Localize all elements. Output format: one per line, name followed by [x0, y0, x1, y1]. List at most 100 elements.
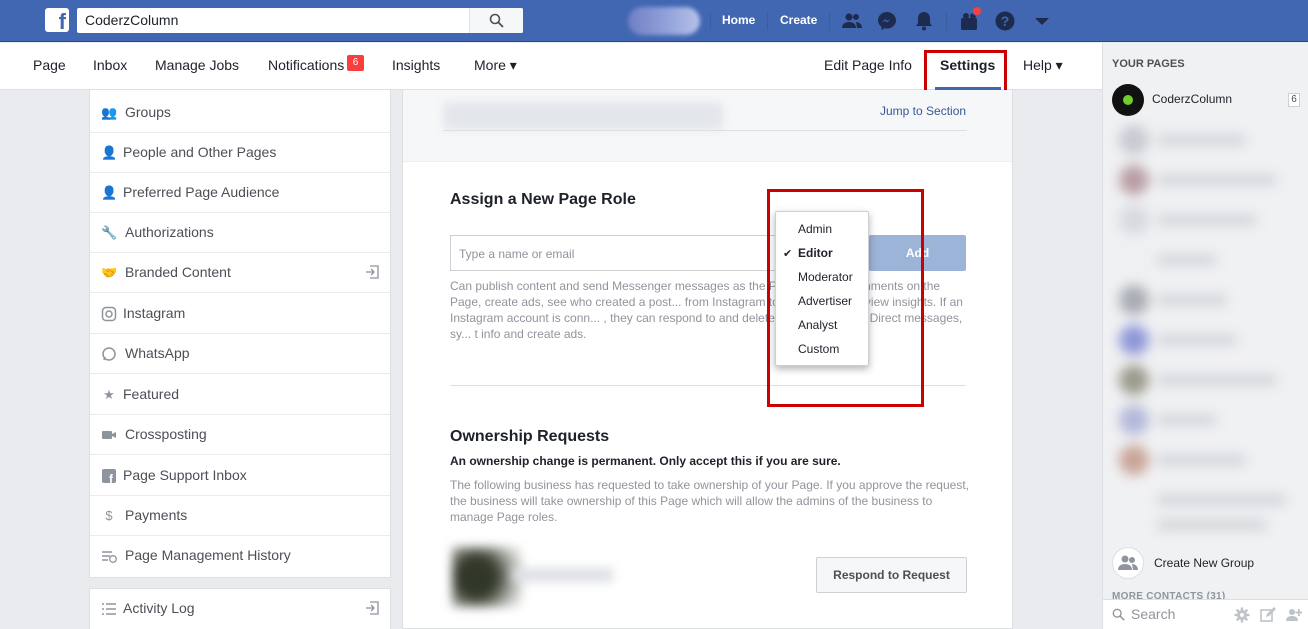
menu-item-label: Authorizations: [125, 224, 214, 240]
tab-help[interactable]: Help ▾: [1023, 57, 1063, 74]
tab-manage-jobs[interactable]: Manage Jobs: [155, 57, 239, 73]
divider: [443, 130, 967, 131]
menu-item-label: Groups: [125, 104, 171, 120]
messenger-icon[interactable]: [876, 10, 898, 32]
menu-item-branded-content[interactable]: 🤝 Branded Content: [90, 253, 390, 293]
page-avatar[interactable]: [1112, 84, 1144, 116]
nav-divider: [710, 12, 711, 30]
dollar-icon: $: [105, 508, 113, 523]
search-button[interactable]: [469, 8, 523, 33]
create-new-group-link[interactable]: Create New Group: [1154, 556, 1254, 570]
respond-to-request-button[interactable]: Respond to Request: [816, 557, 967, 593]
menu-item-activity-log[interactable]: Activity Log: [89, 588, 391, 629]
menu-item-label: Featured: [123, 386, 180, 402]
new-group-chat-icon[interactable]: [1286, 607, 1302, 623]
friends-icon[interactable]: [841, 10, 863, 32]
input-placeholder: Type a name or email: [459, 247, 575, 261]
menu-item-payments[interactable]: $ Payments: [90, 496, 390, 536]
menu-item-label: Page Management History: [125, 547, 291, 563]
wrench-icon: 🔧: [101, 225, 118, 240]
gear-icon[interactable]: [1234, 607, 1250, 623]
search-icon: [1112, 608, 1125, 621]
notification-dot: [972, 6, 982, 16]
assign-role-title: Assign a New Page Role: [450, 191, 636, 208]
ownership-requests-title: Ownership Requests: [450, 428, 610, 445]
handshake-icon: 🤝: [101, 265, 118, 280]
nav-divider: [767, 12, 768, 30]
your-pages-sidebar: YOUR PAGES CoderzColumn 6 Create New Gro…: [1102, 43, 1308, 629]
tab-edit-page-info[interactable]: Edit Page Info: [824, 57, 912, 73]
groups-icon: 👥: [101, 105, 118, 120]
name-or-email-input[interactable]: Type a name or email: [450, 235, 780, 271]
nav-divider: [946, 12, 947, 30]
external-link-icon: [366, 265, 379, 279]
dropdown-highlight-box: [767, 189, 924, 407]
nav-divider: [829, 12, 830, 30]
tab-inbox[interactable]: Inbox: [93, 57, 127, 73]
settings-menu: 👥 Groups 👤 People and Other Pages 👤 Pref…: [89, 90, 391, 578]
menu-item-preferred-page-audience[interactable]: 👤 Preferred Page Audience: [90, 173, 390, 213]
external-link-icon: [366, 601, 379, 615]
business-name-blurred: [513, 568, 613, 582]
menu-item-label: Branded Content: [125, 264, 231, 280]
compose-icon[interactable]: [1260, 607, 1276, 623]
jump-to-section-link[interactable]: Jump to Section: [880, 104, 966, 118]
menu-item-instagram[interactable]: Instagram: [90, 294, 390, 334]
create-group-icon[interactable]: [1112, 547, 1144, 579]
top-bar: f CoderzColumn Home Create ?: [0, 0, 1308, 42]
tab-notifications[interactable]: Notifications: [268, 57, 344, 73]
ownership-description: The following business has requested to …: [450, 478, 969, 524]
menu-item-label: Preferred Page Audience: [123, 184, 280, 200]
activity-log-label: Activity Log: [123, 600, 195, 616]
help-icon[interactable]: ?: [994, 10, 1016, 32]
menu-item-page-support-inbox[interactable]: f Page Support Inbox: [90, 456, 390, 496]
blurred-header-content: [443, 102, 723, 130]
menu-item-label: People and Other Pages: [123, 144, 277, 160]
more-contacts-header: MORE CONTACTS (31): [1112, 591, 1226, 599]
blurred-contacts-list: [1113, 125, 1298, 535]
chat-search-bar[interactable]: Search: [1103, 599, 1308, 629]
menu-item-people-and-other-pages[interactable]: 👤 People and Other Pages: [90, 133, 390, 173]
profile-avatar[interactable]: [628, 7, 700, 35]
section-header: Jump to Section: [403, 90, 1012, 162]
menu-item-label: Instagram: [123, 305, 186, 321]
page-name-link[interactable]: CoderzColumn: [1152, 92, 1232, 106]
people-icon: 👤: [101, 145, 118, 160]
star-icon: ★: [103, 387, 115, 402]
menu-item-authorizations[interactable]: 🔧 Authorizations: [90, 213, 390, 253]
notifications-count-badge: 6: [347, 55, 364, 71]
create-link[interactable]: Create: [780, 13, 817, 27]
search-input[interactable]: CoderzColumn: [77, 8, 523, 33]
ownership-warning: An ownership change is permanent. Only a…: [450, 454, 841, 468]
menu-item-label: WhatsApp: [125, 345, 190, 361]
chevron-down-icon[interactable]: [1031, 10, 1053, 32]
menu-item-whatsapp[interactable]: WhatsApp: [90, 334, 390, 374]
your-pages-title: YOUR PAGES: [1112, 58, 1185, 70]
chat-search-label: Search: [1131, 606, 1176, 622]
notifications-icon[interactable]: [913, 10, 935, 32]
instagram-icon: [101, 306, 117, 322]
tab-page[interactable]: Page: [33, 57, 66, 73]
menu-item-label: Page Support Inbox: [123, 467, 247, 483]
home-link[interactable]: Home: [722, 13, 755, 27]
svg-text:?: ?: [1001, 13, 1010, 29]
page-count-badge: 6: [1288, 93, 1300, 107]
audience-icon: 👤: [101, 185, 118, 200]
list-icon: [102, 603, 116, 615]
menu-item-label: Payments: [125, 507, 188, 523]
search-icon: [489, 13, 504, 28]
facebook-icon: f: [102, 469, 116, 484]
video-icon: [102, 431, 116, 439]
history-icon: [102, 551, 117, 563]
tab-more[interactable]: More ▾: [474, 57, 517, 74]
search-value: CoderzColumn: [85, 12, 179, 28]
menu-item-label: Crossposting: [125, 426, 207, 442]
tab-insights[interactable]: Insights: [392, 57, 440, 73]
menu-item-page-management-history[interactable]: Page Management History: [90, 536, 390, 576]
business-avatar: [452, 547, 522, 607]
menu-item-featured[interactable]: ★ Featured: [90, 375, 390, 415]
settings-highlight-box: [924, 50, 1007, 94]
menu-item-crossposting[interactable]: Crossposting: [90, 415, 390, 455]
menu-item-groups[interactable]: 👥 Groups: [90, 93, 390, 133]
facebook-logo-icon[interactable]: f: [45, 8, 69, 32]
